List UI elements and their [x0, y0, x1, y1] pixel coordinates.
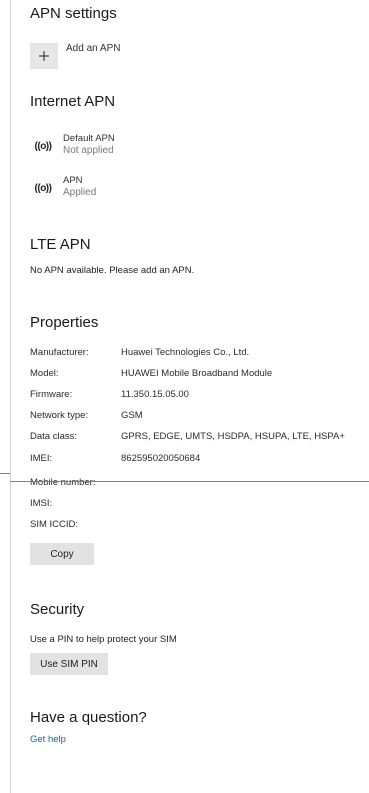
- property-row-firmware: Firmware: 11.350.15.05.00: [30, 389, 360, 403]
- separator-line: [10, 481, 369, 482]
- properties-heading: Properties: [30, 314, 99, 331]
- lte-apn-empty-note: No APN available. Please add an APN.: [30, 265, 195, 276]
- property-row-imsi: IMSI:: [30, 498, 360, 512]
- apn-settings-heading: APN settings: [30, 5, 117, 22]
- property-row-data-class: Data class: GPRS, EDGE, UMTS, HSDPA, HSU…: [30, 431, 360, 445]
- security-heading: Security: [30, 601, 85, 618]
- apn-item-default[interactable]: ((o)) Default APN Not applied: [30, 133, 230, 165]
- security-note: Use a PIN to help protect your SIM: [30, 634, 177, 645]
- property-key: IMEI:: [30, 453, 53, 464]
- apn-item-status: Not applied: [63, 145, 114, 156]
- property-value: Huawei Technologies Co., Ltd.: [121, 347, 250, 358]
- property-value: 862595020050684: [121, 453, 201, 464]
- property-key: Manufacturer:: [30, 347, 89, 358]
- property-row-mobile-number: Mobile number:: [30, 477, 360, 491]
- property-value: HUAWEI Mobile Broadband Module: [121, 368, 273, 379]
- internet-apn-heading: Internet APN: [30, 93, 116, 110]
- row-marker: [0, 473, 10, 474]
- property-row-imei: IMEI: 862595020050684: [30, 453, 360, 467]
- apn-item-name: Default APN: [63, 133, 115, 144]
- property-key: Model:: [30, 368, 59, 379]
- property-row-manufacturer: Manufacturer: Huawei Technologies Co., L…: [30, 347, 360, 361]
- property-key: Firmware:: [30, 389, 73, 400]
- apn-item-apn[interactable]: ((o)) APN Applied: [30, 175, 230, 207]
- use-sim-pin-button[interactable]: Use SIM PIN: [30, 653, 108, 675]
- property-key: IMSI:: [30, 498, 53, 509]
- antenna-icon: ((o)): [34, 140, 52, 152]
- property-key: Data class:: [30, 431, 77, 442]
- lte-apn-heading: LTE APN: [30, 236, 91, 253]
- property-key: Mobile number:: [30, 477, 96, 488]
- property-row-network-type: Network type: GSM: [30, 410, 360, 424]
- property-key: Network type:: [30, 410, 89, 421]
- plus-icon: [39, 51, 49, 61]
- property-value: 11.350.15.05.00: [121, 389, 189, 400]
- help-heading: Have a question?: [30, 709, 147, 726]
- add-apn-button[interactable]: [30, 43, 58, 69]
- apn-item-status: Applied: [63, 187, 97, 198]
- apn-item-name: APN: [63, 175, 83, 186]
- add-apn-label[interactable]: Add an APN: [66, 43, 120, 54]
- property-row-sim-iccid: SIM ICCID:: [30, 519, 360, 533]
- property-value: GPRS, EDGE, UMTS, HSDPA, HSUPA, LTE, HSP…: [121, 431, 345, 442]
- property-row-model: Model: HUAWEI Mobile Broadband Module: [30, 368, 360, 382]
- antenna-icon: ((o)): [34, 182, 52, 194]
- left-border: [10, 0, 11, 793]
- get-help-link[interactable]: Get help: [30, 734, 66, 745]
- property-key: SIM ICCID:: [30, 519, 79, 530]
- property-value: GSM: [121, 410, 143, 421]
- copy-button[interactable]: Copy: [30, 543, 94, 565]
